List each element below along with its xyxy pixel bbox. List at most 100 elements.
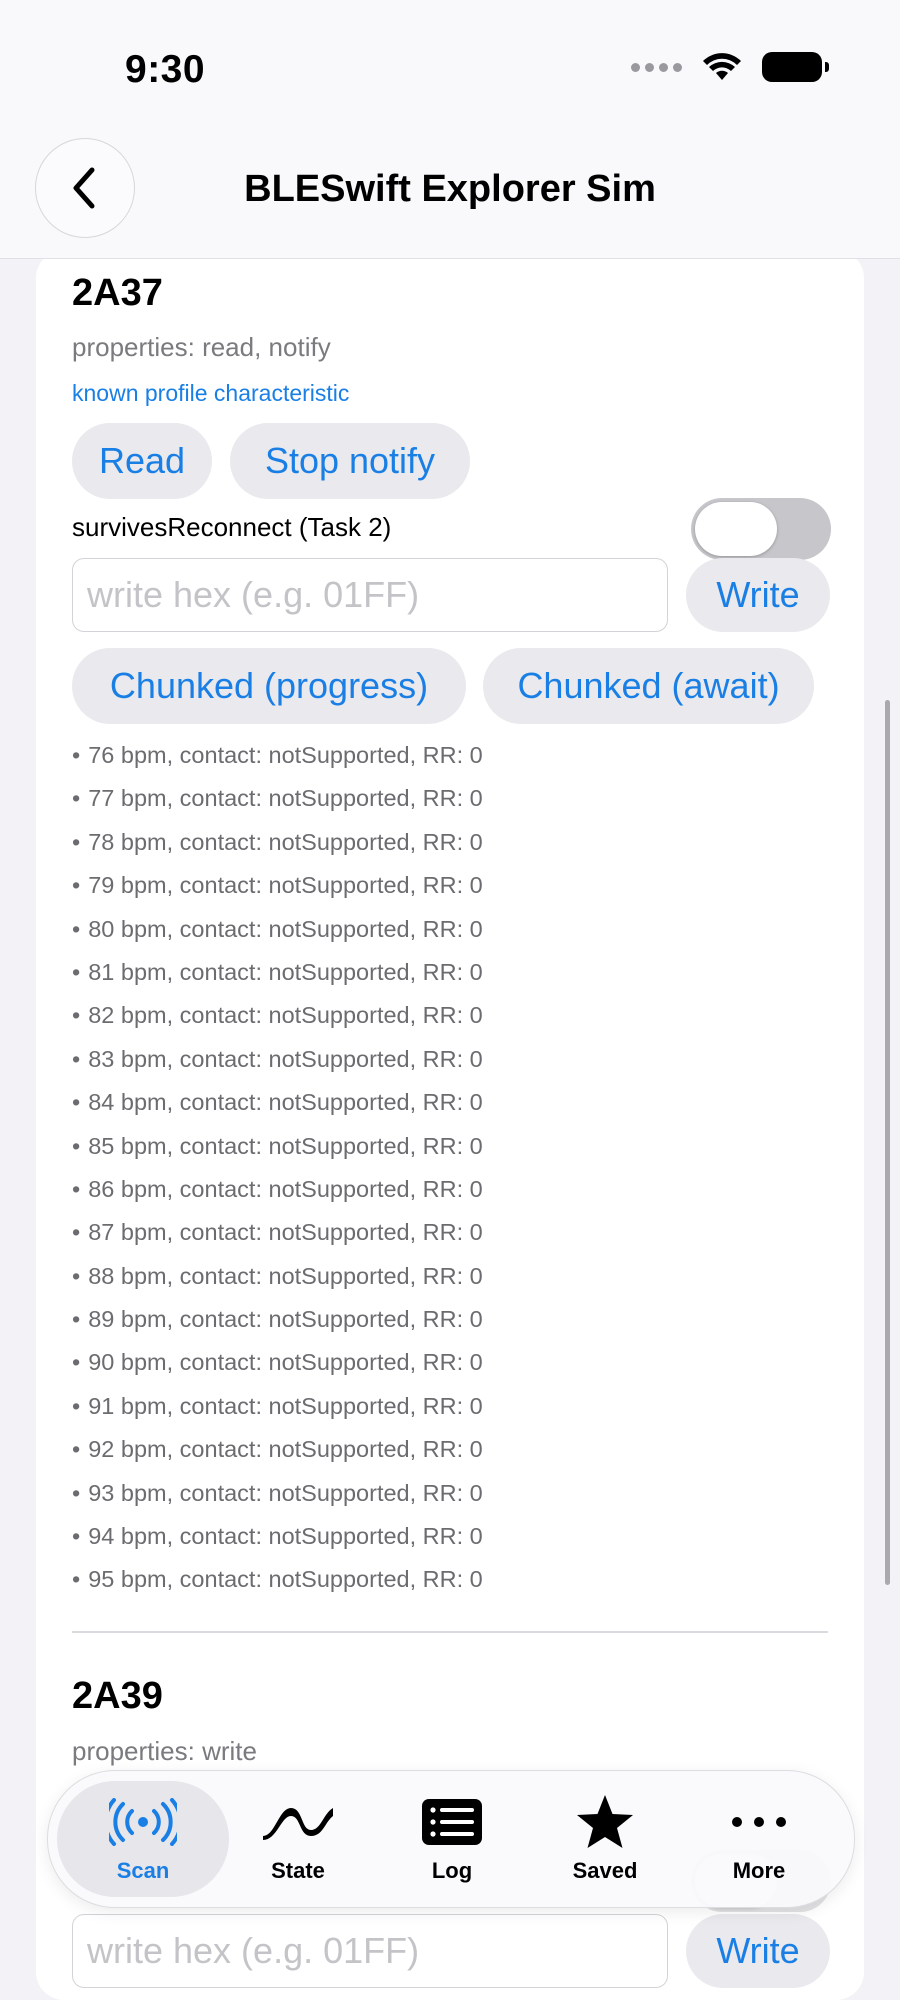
tab-scan[interactable]: Scan [57, 1781, 229, 1897]
survives-reconnect-toggle[interactable] [691, 498, 831, 560]
bullet: • [72, 1306, 81, 1333]
broadcast-icon [109, 1798, 177, 1846]
bullet: • [72, 1392, 81, 1419]
page-title: BLESwift Explorer Sim [244, 168, 656, 210]
list-item: • 83 bpm, contact: notSupported, RR: 0 [72, 1038, 483, 1081]
bullet: • [72, 1349, 81, 1376]
bullet: • [72, 1175, 81, 1202]
bullet: • [72, 828, 81, 855]
read-button[interactable]: Read [72, 423, 212, 499]
log-entry-text: 79 bpm, contact: notSupported, RR: 0 [88, 872, 483, 899]
tab-label-state: State [271, 1858, 325, 1883]
list-item: • 79 bpm, contact: notSupported, RR: 0 [72, 864, 483, 907]
log-entry-text: 83 bpm, contact: notSupported, RR: 0 [88, 1045, 483, 1072]
log-entry-text: 95 bpm, contact: notSupported, RR: 0 [88, 1566, 483, 1593]
log-entry-text: 81 bpm, contact: notSupported, RR: 0 [88, 958, 483, 985]
log-entry-text: 76 bpm, contact: notSupported, RR: 0 [88, 742, 483, 768]
list-item: • 90 bpm, contact: notSupported, RR: 0 [72, 1341, 483, 1384]
write-hex-input[interactable]: write hex (e.g. 01FF) [72, 558, 668, 632]
navigation-bar: BLESwift Explorer Sim [0, 138, 900, 259]
ellipsis-icon [732, 1817, 786, 1827]
bullet: • [72, 1523, 81, 1550]
characteristic-title: 2A37 [72, 272, 163, 314]
list-item: • 78 bpm, contact: notSupported, RR: 0 [72, 821, 483, 864]
characteristic-properties: properties: read, notify [72, 332, 331, 362]
list-item: • 81 bpm, contact: notSupported, RR: 0 [72, 951, 483, 994]
list-item: • 82 bpm, contact: notSupported, RR: 0 [72, 994, 483, 1037]
list-item: • 92 bpm, contact: notSupported, RR: 0 [72, 1428, 483, 1471]
list-item: • 84 bpm, contact: notSupported, RR: 0 [72, 1081, 483, 1124]
list-item: • 94 bpm, contact: notSupported, RR: 0 [72, 1515, 483, 1558]
status-time: 9:30 [125, 48, 206, 91]
tab-log[interactable]: Log [382, 1771, 522, 1907]
log-entry-text: 92 bpm, contact: notSupported, RR: 0 [88, 1436, 483, 1463]
scrollbar[interactable] [885, 700, 890, 1585]
log-entry-text: 88 bpm, contact: notSupported, RR: 0 [88, 1262, 483, 1289]
bullet: • [72, 1436, 81, 1463]
wave-icon [263, 1808, 333, 1840]
bullet: • [72, 1045, 81, 1072]
list-item: • 87 bpm, contact: notSupported, RR: 0 [72, 1211, 483, 1254]
characteristic-title-2: 2A39 [72, 1675, 163, 1717]
bullet: • [72, 742, 81, 768]
list-item: • 93 bpm, contact: notSupported, RR: 0 [72, 1472, 483, 1515]
log-entry-text: 89 bpm, contact: notSupported, RR: 0 [88, 1306, 483, 1333]
star-icon [577, 1795, 633, 1848]
list-item: • 91 bpm, contact: notSupported, RR: 0 [72, 1385, 483, 1428]
tab-state[interactable]: State [228, 1771, 368, 1907]
write-hex-input-2[interactable]: write hex (e.g. 01FF) [72, 1914, 668, 1988]
bullet: • [72, 1089, 81, 1116]
notification-log: • 76 bpm, contact: notSupported, RR: 0 • 77… [72, 734, 483, 1602]
chunked-await-button[interactable]: Chunked (await) [483, 648, 814, 724]
log-entry-text: 94 bpm, contact: notSupported, RR: 0 [88, 1523, 483, 1550]
bullet: • [72, 1262, 81, 1289]
status-bar: 9:30 [0, 0, 900, 140]
bullet: • [72, 1132, 81, 1159]
log-entry-text: 77 bpm, contact: notSupported, RR: 0 [88, 785, 483, 812]
bullet: • [72, 1219, 81, 1246]
wifi-icon [703, 53, 741, 80]
log-entry-text: 91 bpm, contact: notSupported, RR: 0 [88, 1392, 483, 1419]
list-item: • 95 bpm, contact: notSupported, RR: 0 [72, 1558, 483, 1601]
tab-more[interactable]: More [689, 1771, 829, 1907]
list-item: • 89 bpm, contact: notSupported, RR: 0 [72, 1298, 483, 1341]
bullet: • [72, 785, 81, 812]
list-item: • 76 bpm, contact: notSupported, RR: 0 [72, 734, 483, 777]
section-divider [72, 1631, 828, 1633]
bullet: • [72, 1002, 81, 1029]
list-item: • 77 bpm, contact: notSupported, RR: 0 [72, 777, 483, 820]
log-entry-text: 78 bpm, contact: notSupported, RR: 0 [88, 828, 483, 855]
log-entry-text: 93 bpm, contact: notSupported, RR: 0 [88, 1479, 483, 1506]
log-entry-text: 85 bpm, contact: notSupported, RR: 0 [88, 1132, 483, 1159]
log-entry-text: 80 bpm, contact: notSupported, RR: 0 [88, 915, 483, 942]
log-entry-text: 86 bpm, contact: notSupported, RR: 0 [88, 1175, 483, 1202]
battery-icon [762, 52, 829, 82]
tab-saved[interactable]: Saved [535, 1771, 675, 1907]
log-entry-text: 87 bpm, contact: notSupported, RR: 0 [88, 1219, 483, 1246]
list-item: • 86 bpm, contact: notSupported, RR: 0 [72, 1168, 483, 1211]
characteristic-properties-2: properties: write [72, 1736, 257, 1766]
write-button-2[interactable]: Write [686, 1914, 830, 1988]
cellular-signal-icon [631, 62, 682, 72]
log-entry-text: 84 bpm, contact: notSupported, RR: 0 [88, 1089, 483, 1116]
tab-label-scan: Scan [116, 1858, 170, 1883]
status-icons [631, 52, 829, 82]
tab-label-more: More [732, 1858, 786, 1883]
survives-reconnect-label: survivesReconnect (Task 2) [72, 512, 392, 542]
list-item: • 80 bpm, contact: notSupported, RR: 0 [72, 908, 483, 951]
write-button[interactable]: Write [686, 558, 830, 632]
tab-label-saved: Saved [572, 1858, 638, 1883]
list-item: • 88 bpm, contact: notSupported, RR: 0 [72, 1255, 483, 1298]
toggle-knob [695, 502, 777, 556]
bullet: • [72, 1479, 81, 1506]
stop-notify-button[interactable]: Stop notify [230, 423, 470, 499]
bullet: • [72, 1566, 81, 1593]
tab-bar: Scan State Log Saved More [47, 1770, 855, 1908]
log-entry-text: 90 bpm, contact: notSupported, RR: 0 [88, 1349, 483, 1376]
known-profile-link[interactable]: known profile characteristic [72, 380, 864, 407]
chunked-progress-button[interactable]: Chunked (progress) [72, 648, 466, 724]
bullet: • [72, 915, 81, 942]
list-icon [422, 1799, 482, 1845]
log-entry-text: 82 bpm, contact: notSupported, RR: 0 [88, 1002, 483, 1029]
bullet: • [72, 958, 81, 985]
